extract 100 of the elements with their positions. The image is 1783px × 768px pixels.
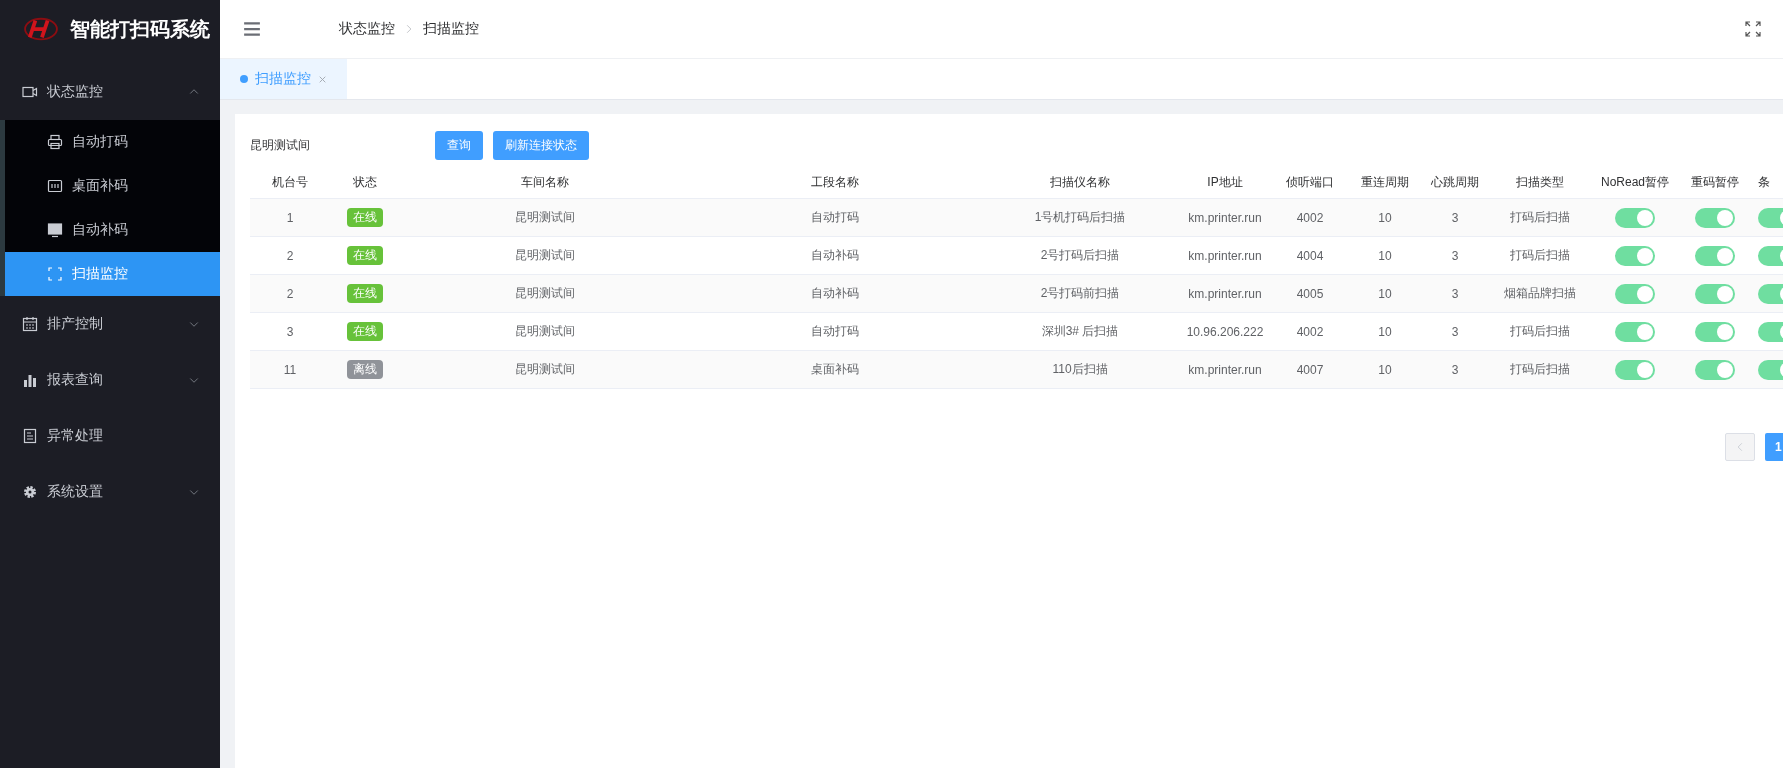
table-cell: 10.96.206.222 — [1186, 324, 1264, 339]
toggle-switch[interactable] — [1615, 283, 1655, 304]
table-cell: 昆明测试间 — [515, 286, 575, 300]
breadcrumb-item: 扫描监控 — [423, 20, 479, 38]
toggle-switch[interactable] — [1695, 245, 1735, 266]
active-dot — [240, 75, 248, 83]
toggle-switch[interactable] — [1695, 207, 1735, 228]
column-header: 扫描仪名称 — [1050, 174, 1110, 189]
table-cell: 1 — [286, 210, 294, 225]
table-cell: 昆明测试间 — [515, 324, 575, 338]
column-header: 工段名称 — [811, 174, 859, 189]
submenu-item[interactable]: 桌面补码 — [5, 164, 220, 208]
app-title: 智能打扫码系统 — [70, 16, 210, 42]
table-cell: 2 — [286, 248, 294, 263]
status-tag: 在线 — [347, 322, 383, 341]
menu-item[interactable]: 系统设置 — [0, 464, 220, 520]
column-header: 重连周期 — [1361, 174, 1409, 189]
column-header: 扫描类型 — [1516, 174, 1564, 189]
table-cell: 10 — [1378, 248, 1392, 263]
table-cell: 打码后扫描 — [1510, 210, 1570, 224]
table-cell: 自动补码 — [811, 286, 859, 300]
column-header: 条 — [1758, 174, 1770, 189]
scan-frame-icon — [47, 266, 63, 282]
gear-icon — [22, 484, 38, 500]
table-cell: 自动补码 — [811, 248, 859, 262]
fullscreen-icon[interactable] — [1745, 21, 1761, 37]
table-cell: 桌面补码 — [811, 362, 859, 376]
bar-chart-icon — [22, 372, 38, 388]
column-header: NoRead暂停 — [1601, 174, 1669, 189]
table-cell: 4007 — [1296, 362, 1324, 377]
table-cell: km.printer.run — [1188, 286, 1262, 301]
document-icon — [22, 428, 38, 444]
toggle-switch[interactable] — [1695, 359, 1735, 380]
table-cell: km.printer.run — [1188, 362, 1262, 377]
table-cell: 3 — [1451, 362, 1459, 377]
column-header: 车间名称 — [521, 174, 569, 189]
table-cell: 110后扫描 — [1052, 362, 1108, 376]
table-cell: 4002 — [1296, 210, 1324, 225]
table-cell: 深圳3# 后扫描 — [1041, 324, 1119, 338]
toggle-switch[interactable] — [1695, 321, 1735, 342]
table-cell: 10 — [1378, 210, 1392, 225]
table-cell: 昆明测试间 — [515, 362, 575, 376]
table-cell: 打码后扫描 — [1510, 324, 1570, 338]
menu-item[interactable]: 排产控制 — [0, 296, 220, 352]
table-cell: 烟箱品牌扫描 — [1504, 286, 1576, 300]
status-tag: 在线 — [347, 246, 383, 265]
status-tag: 在线 — [347, 284, 383, 303]
table-cell: 自动打码 — [811, 210, 859, 224]
column-header: IP地址 — [1207, 174, 1243, 189]
column-header: 状态 — [353, 174, 377, 189]
previous-page-button[interactable] — [1725, 433, 1755, 461]
table-cell: 10 — [1378, 286, 1392, 301]
table-cell: 2号打码后扫描 — [1040, 248, 1120, 262]
toggle-switch[interactable] — [1615, 207, 1655, 228]
chevron-left-icon — [1735, 442, 1745, 452]
table-cell: 昆明测试间 — [515, 210, 575, 224]
panel-icon — [47, 178, 63, 194]
table-cell: 3 — [1451, 286, 1459, 301]
submenu-item[interactable]: 自动补码 — [5, 208, 220, 252]
table-cell: 2号打码前扫描 — [1040, 286, 1120, 300]
table-cell: 10 — [1378, 362, 1392, 377]
chevron-right-icon — [404, 24, 414, 34]
table-cell: 4005 — [1296, 286, 1324, 301]
menu-item[interactable]: 报表查询 — [0, 352, 220, 408]
table-cell: 3 — [286, 324, 294, 339]
column-header: 侦听端口 — [1286, 174, 1334, 189]
table-cell: 4004 — [1296, 248, 1324, 263]
table-cell: 2 — [286, 286, 294, 301]
table-cell: 4002 — [1296, 324, 1324, 339]
status-tag: 离线 — [347, 360, 383, 379]
submenu-item[interactable]: 自动打码 — [5, 120, 220, 164]
printer-icon — [47, 134, 63, 150]
table-cell: 10 — [1378, 324, 1392, 339]
table-cell: 3 — [1451, 324, 1459, 339]
table-cell: 打码后扫描 — [1510, 362, 1570, 376]
status-tag: 在线 — [347, 208, 383, 227]
menu-icon — [243, 20, 261, 38]
table-cell: 3 — [1451, 248, 1459, 263]
breadcrumb-item[interactable]: 状态监控 — [339, 20, 395, 38]
table-cell: 昆明测试间 — [515, 248, 575, 262]
table-cell: 1号机打码后扫描 — [1034, 210, 1126, 224]
column-header: 心跳周期 — [1431, 174, 1479, 189]
table-cell: km.printer.run — [1188, 210, 1262, 225]
column-header: 机台号 — [272, 174, 308, 189]
menu-item[interactable]: 异常处理 — [0, 408, 220, 464]
toggle-switch[interactable] — [1615, 321, 1655, 342]
workshop-label: 昆明测试间 — [250, 136, 311, 154]
toggle-switch[interactable] — [1615, 245, 1655, 266]
table-cell: km.printer.run — [1188, 248, 1262, 263]
table-cell: 3 — [1451, 210, 1459, 225]
close-icon[interactable] — [318, 74, 327, 84]
table-cell: 打码后扫描 — [1510, 248, 1570, 262]
monitor-icon — [47, 222, 63, 238]
column-header: 重码暂停 — [1691, 174, 1739, 189]
table-cell: 自动打码 — [811, 324, 859, 338]
menu-item[interactable]: 状态监控 — [0, 64, 220, 120]
camera-icon — [22, 84, 38, 100]
toggle-switch[interactable] — [1695, 283, 1735, 304]
table-cell: 11 — [283, 362, 297, 377]
toggle-switch[interactable] — [1615, 359, 1655, 380]
